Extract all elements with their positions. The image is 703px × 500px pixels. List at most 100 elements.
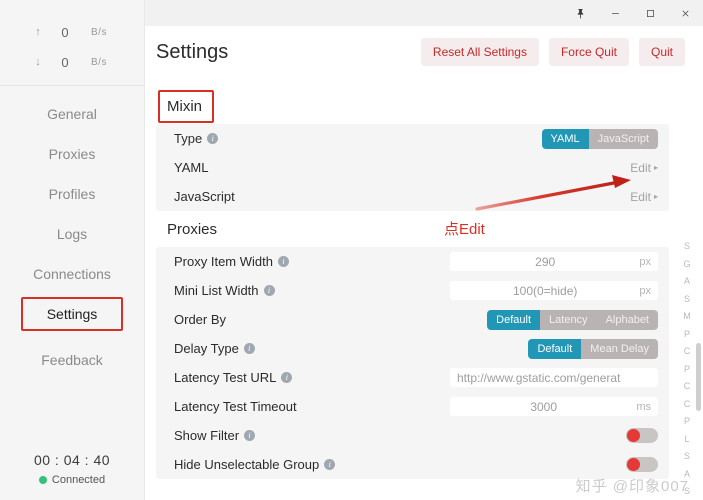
segment-order-alphabet[interactable]: Alphabet — [596, 309, 658, 330]
close-icon[interactable] — [668, 0, 703, 26]
info-icon[interactable]: i — [207, 133, 219, 144]
mixin-yaml-row: YAML Edit ▸ — [156, 153, 669, 182]
alphabet-index-letter[interactable]: S — [684, 448, 690, 466]
sidebar-item-label: Settings — [46, 306, 98, 322]
alphabet-index-letter[interactable]: G — [683, 256, 690, 274]
sidebar-item-feedback[interactable]: Feedback — [0, 340, 144, 380]
segment-delay-default[interactable]: Default — [528, 338, 582, 359]
delay-type-row: Delay Type i Default Mean Delay — [156, 334, 669, 363]
alphabet-index-letter[interactable]: C — [684, 378, 691, 396]
info-icon[interactable]: i — [324, 459, 336, 470]
pin-icon[interactable] — [563, 0, 598, 26]
mini-list-width-label: Mini List Width — [174, 283, 259, 298]
info-icon[interactable]: i — [244, 430, 256, 441]
segment-javascript[interactable]: JavaScript — [588, 128, 658, 149]
sidebar-item-logs[interactable]: Logs — [0, 214, 144, 254]
segment-yaml[interactable]: YAML — [541, 128, 589, 149]
header-actions: Reset All Settings Force Quit Quit — [420, 38, 685, 66]
proxy-item-width-label: Proxy Item Width — [174, 254, 273, 269]
sidebar-item-label: Profiles — [48, 186, 96, 202]
info-icon[interactable]: i — [243, 343, 255, 354]
alphabet-index-letter[interactable]: S — [684, 291, 690, 309]
order-by-control: Default Latency Alphabet — [487, 309, 658, 330]
window-titlebar — [145, 0, 703, 26]
info-icon[interactable]: i — [263, 285, 275, 296]
alphabet-index-letter[interactable]: A — [684, 466, 690, 484]
sidebar-item-profiles[interactable]: Profiles — [0, 174, 144, 214]
proxies-section-title: Proxies — [167, 221, 218, 238]
latency-test-url-label: Latency Test URL — [174, 370, 277, 385]
hide-unselectable-group-control — [626, 457, 658, 472]
delay-type-segmented: Default Mean Delay — [528, 338, 658, 359]
sidebar-item-general[interactable]: General — [0, 94, 144, 134]
sidebar-item-proxies[interactable]: Proxies — [0, 134, 144, 174]
connection-indicator: Connected — [38, 474, 105, 486]
latency-test-timeout-value: 3000 — [530, 399, 558, 414]
mini-list-width-input[interactable]: 100(0=hide) px — [450, 281, 658, 300]
uptime-timer: 00 : 04 : 40 — [33, 452, 111, 468]
proxy-item-width-input[interactable]: 290 px — [450, 252, 658, 271]
segment-delay-mean[interactable]: Mean Delay — [581, 338, 658, 359]
segment-order-default[interactable]: Default — [487, 309, 541, 330]
yaml-edit-button[interactable]: Edit ▸ — [630, 161, 658, 175]
toggle-knob — [627, 429, 640, 442]
latency-test-timeout-input[interactable]: 3000 ms — [450, 397, 658, 416]
force-quit-button[interactable]: Force Quit — [548, 38, 629, 66]
latency-test-timeout-label: Latency Test Timeout — [174, 399, 297, 414]
quit-button[interactable]: Quit — [638, 38, 685, 66]
alphabet-index-letter[interactable]: P — [684, 413, 690, 431]
reset-all-settings-button[interactable]: Reset All Settings — [420, 38, 539, 66]
mixin-yaml-label-group: YAML — [174, 160, 208, 175]
vertical-scrollbar-thumb[interactable] — [696, 343, 701, 411]
traffic-stats: ↑ 0 B/s ↓ 0 B/s — [0, 0, 144, 85]
alphabet-index-letter[interactable]: A — [684, 273, 690, 291]
mixin-section-title: Mixin — [156, 88, 215, 124]
javascript-edit-label: Edit — [630, 189, 651, 204]
settings-scroll-area[interactable]: Mixin Type i YAML JavaScript YAML Edit ▸… — [145, 78, 703, 500]
alphabet-index-letter[interactable]: C — [684, 343, 691, 361]
download-speed-value: 0 — [61, 54, 69, 70]
sidebar-item-connections[interactable]: Connections — [0, 254, 144, 294]
javascript-edit-button[interactable]: Edit ▸ — [630, 190, 658, 204]
proxy-item-width-row: Proxy Item Width i 290 px — [156, 247, 669, 276]
alphabet-index[interactable]: SGASMPCPCCPLSASCC — [680, 238, 694, 500]
alphabet-index-letter[interactable]: P — [684, 326, 690, 344]
proxies-section: Proxies Proxy Item Width i 290 px Mini L… — [156, 211, 669, 479]
hide-unselectable-group-toggle[interactable] — [626, 457, 658, 472]
order-by-label-group: Order By — [174, 312, 226, 327]
chevron-right-icon: ▸ — [653, 192, 658, 201]
mini-list-width-control: 100(0=hide) px — [450, 281, 658, 300]
show-filter-row: Show Filter i — [156, 421, 669, 450]
latency-test-timeout-label-group: Latency Test Timeout — [174, 399, 297, 414]
mixin-javascript-label: JavaScript — [174, 189, 235, 204]
show-filter-toggle[interactable] — [626, 428, 658, 443]
minimize-icon[interactable] — [598, 0, 633, 26]
mixin-type-row: Type i YAML JavaScript — [156, 124, 669, 153]
alphabet-index-letter[interactable]: C — [684, 396, 691, 414]
mixin-type-label: Type — [174, 131, 203, 146]
mini-list-width-unit: px — [639, 284, 651, 297]
chevron-right-icon: ▸ — [653, 163, 658, 172]
info-icon[interactable]: i — [281, 372, 293, 383]
hide-unselectable-group-label: Hide Unselectable Group — [174, 457, 320, 472]
maximize-icon[interactable] — [633, 0, 668, 26]
sidebar-item-settings[interactable]: Settings — [0, 294, 144, 334]
alphabet-index-letter[interactable]: M — [683, 308, 691, 326]
mixin-javascript-label-group: JavaScript — [174, 189, 235, 204]
alphabet-index-letter[interactable]: S — [684, 483, 690, 500]
order-by-label: Order By — [174, 312, 227, 327]
mixin-section: Mixin Type i YAML JavaScript YAML Edit ▸… — [156, 88, 669, 211]
upload-arrow-icon: ↑ — [35, 26, 41, 38]
latency-test-url-input[interactable]: http://www.gstatic.com/generat — [450, 368, 658, 387]
toggle-knob — [627, 458, 640, 471]
app-window: ↑ 0 B/s ↓ 0 B/s General Proxies Profiles… — [0, 0, 703, 500]
sidebar-item-label: Connections — [33, 266, 111, 282]
show-filter-label: Show Filter — [174, 428, 240, 443]
page-title: Settings — [156, 40, 229, 63]
segment-order-latency[interactable]: Latency — [540, 309, 597, 330]
alphabet-index-letter[interactable]: P — [684, 361, 690, 379]
alphabet-index-letter[interactable]: S — [684, 238, 690, 256]
info-icon[interactable]: i — [277, 256, 289, 267]
alphabet-index-letter[interactable]: L — [684, 431, 689, 449]
